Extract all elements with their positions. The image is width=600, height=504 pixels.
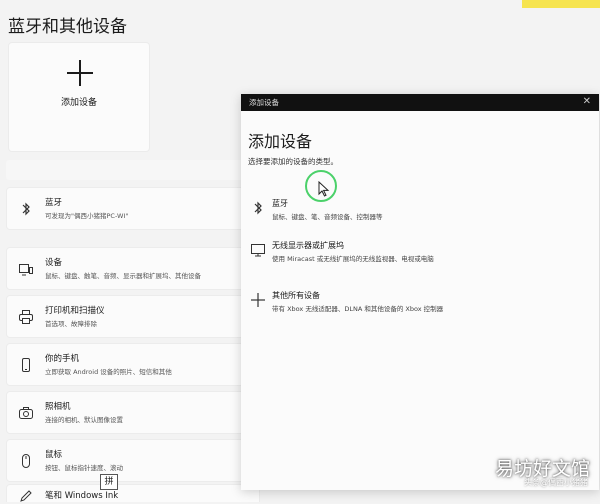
option-subtitle: 使用 Miracast 或无线扩展坞的无线监视器、电视或电脑 [272, 255, 434, 263]
dialog-subtitle: 选择要添加的设备的类型。 [248, 157, 338, 166]
row-subtitle: 首选项、故障排除 [45, 320, 97, 328]
row-title: 笔和 Windows Ink [45, 491, 119, 501]
row-subtitle: 立即获取 Android 设备的照片、短信和其他 [45, 368, 172, 376]
plus-icon [251, 293, 265, 307]
dialog-title-bar: 添加设备 ✕ [241, 94, 599, 111]
printer-icon [19, 310, 33, 324]
mouse-icon [22, 454, 30, 468]
add-device-label: 添加设备 [60, 98, 97, 108]
dialog-title: 添加设备 [248, 132, 313, 151]
row-subtitle: 连接的相机、默认图像设置 [45, 416, 123, 424]
settings-row-printers[interactable]: 打印机和扫描仪 首选项、故障排除 [6, 295, 260, 338]
devices-icon [19, 264, 33, 276]
divider-strip [6, 160, 260, 180]
page-title: 蓝牙和其他设备 [8, 17, 127, 37]
option-title: 蓝牙 [272, 199, 288, 208]
option-title: 其他所有设备 [272, 291, 320, 300]
phone-icon [22, 358, 30, 372]
row-subtitle: 鼠标、键盘、触笔、音频、显示器和扩展坞、其他设备 [45, 272, 201, 280]
option-wireless-display[interactable]: 无线显示器或扩展坞 使用 Miracast 或无线扩展坞的无线监视器、电视或电脑 [241, 240, 599, 276]
option-subtitle: 鼠标、键盘、笔、音频设备、控制器等 [272, 213, 383, 221]
settings-row-your-phone[interactable]: 你的手机 立即获取 Android 设备的照片、短信和其他 [6, 343, 260, 386]
row-title: 打印机和扫描仪 [45, 306, 105, 316]
watermark: 易坊好文馆 头条@偶西小猪猪 [472, 454, 592, 494]
row-subtitle: 按钮、鼠标指针速度、滚动 [45, 464, 123, 472]
bluetooth-icon [254, 201, 262, 215]
option-bluetooth[interactable]: 蓝牙 鼠标、键盘、笔、音频设备、控制器等 [241, 198, 599, 234]
settings-row-mouse[interactable]: 鼠标 按钮、鼠标指针速度、滚动 [6, 439, 260, 482]
row-title: 鼠标 [45, 450, 63, 460]
settings-row-pen[interactable]: 笔和 Windows Ink [6, 484, 260, 502]
option-title: 无线显示器或扩展坞 [272, 241, 344, 250]
row-title: 设备 [45, 258, 63, 268]
watermark-sub: 头条@偶西小猪猪 [524, 478, 588, 487]
row-title: 你的手机 [45, 354, 80, 364]
plus-icon [67, 60, 93, 86]
close-icon[interactable]: ✕ [583, 96, 591, 108]
option-everything-else[interactable]: 其他所有设备 带有 Xbox 无线适配器、DLNA 和其他设备的 Xbox 控制… [241, 290, 599, 326]
settings-row-devices[interactable]: 设备 鼠标、键盘、触笔、音频、显示器和扩展坞、其他设备 [6, 247, 260, 290]
row-subtitle: 可发现为"偶西小猪猪PC-WI" [45, 212, 129, 220]
settings-row-camera[interactable]: 照相机 连接的相机、默认图像设置 [6, 391, 260, 434]
highlight-strip [522, 0, 600, 8]
bluetooth-icon [22, 202, 30, 216]
cursor-arrow-icon [318, 181, 330, 197]
row-title: 蓝牙 [45, 198, 63, 208]
camera-icon [19, 407, 33, 419]
monitor-icon [251, 244, 265, 257]
row-title: 照相机 [45, 402, 71, 412]
add-device-dialog: 添加设备 ✕ 添加设备 选择要添加的设备的类型。 蓝牙 鼠标、键盘、笔、音频设备… [241, 94, 599, 490]
option-subtitle: 带有 Xbox 无线适配器、DLNA 和其他设备的 Xbox 控制器 [272, 305, 444, 313]
ime-indicator: 拼 [100, 474, 118, 490]
add-device-card[interactable]: 添加设备 [8, 42, 150, 152]
settings-row-bluetooth[interactable]: 蓝牙 可发现为"偶西小猪猪PC-WI" [6, 187, 260, 230]
dialog-caption: 添加设备 [249, 98, 279, 107]
